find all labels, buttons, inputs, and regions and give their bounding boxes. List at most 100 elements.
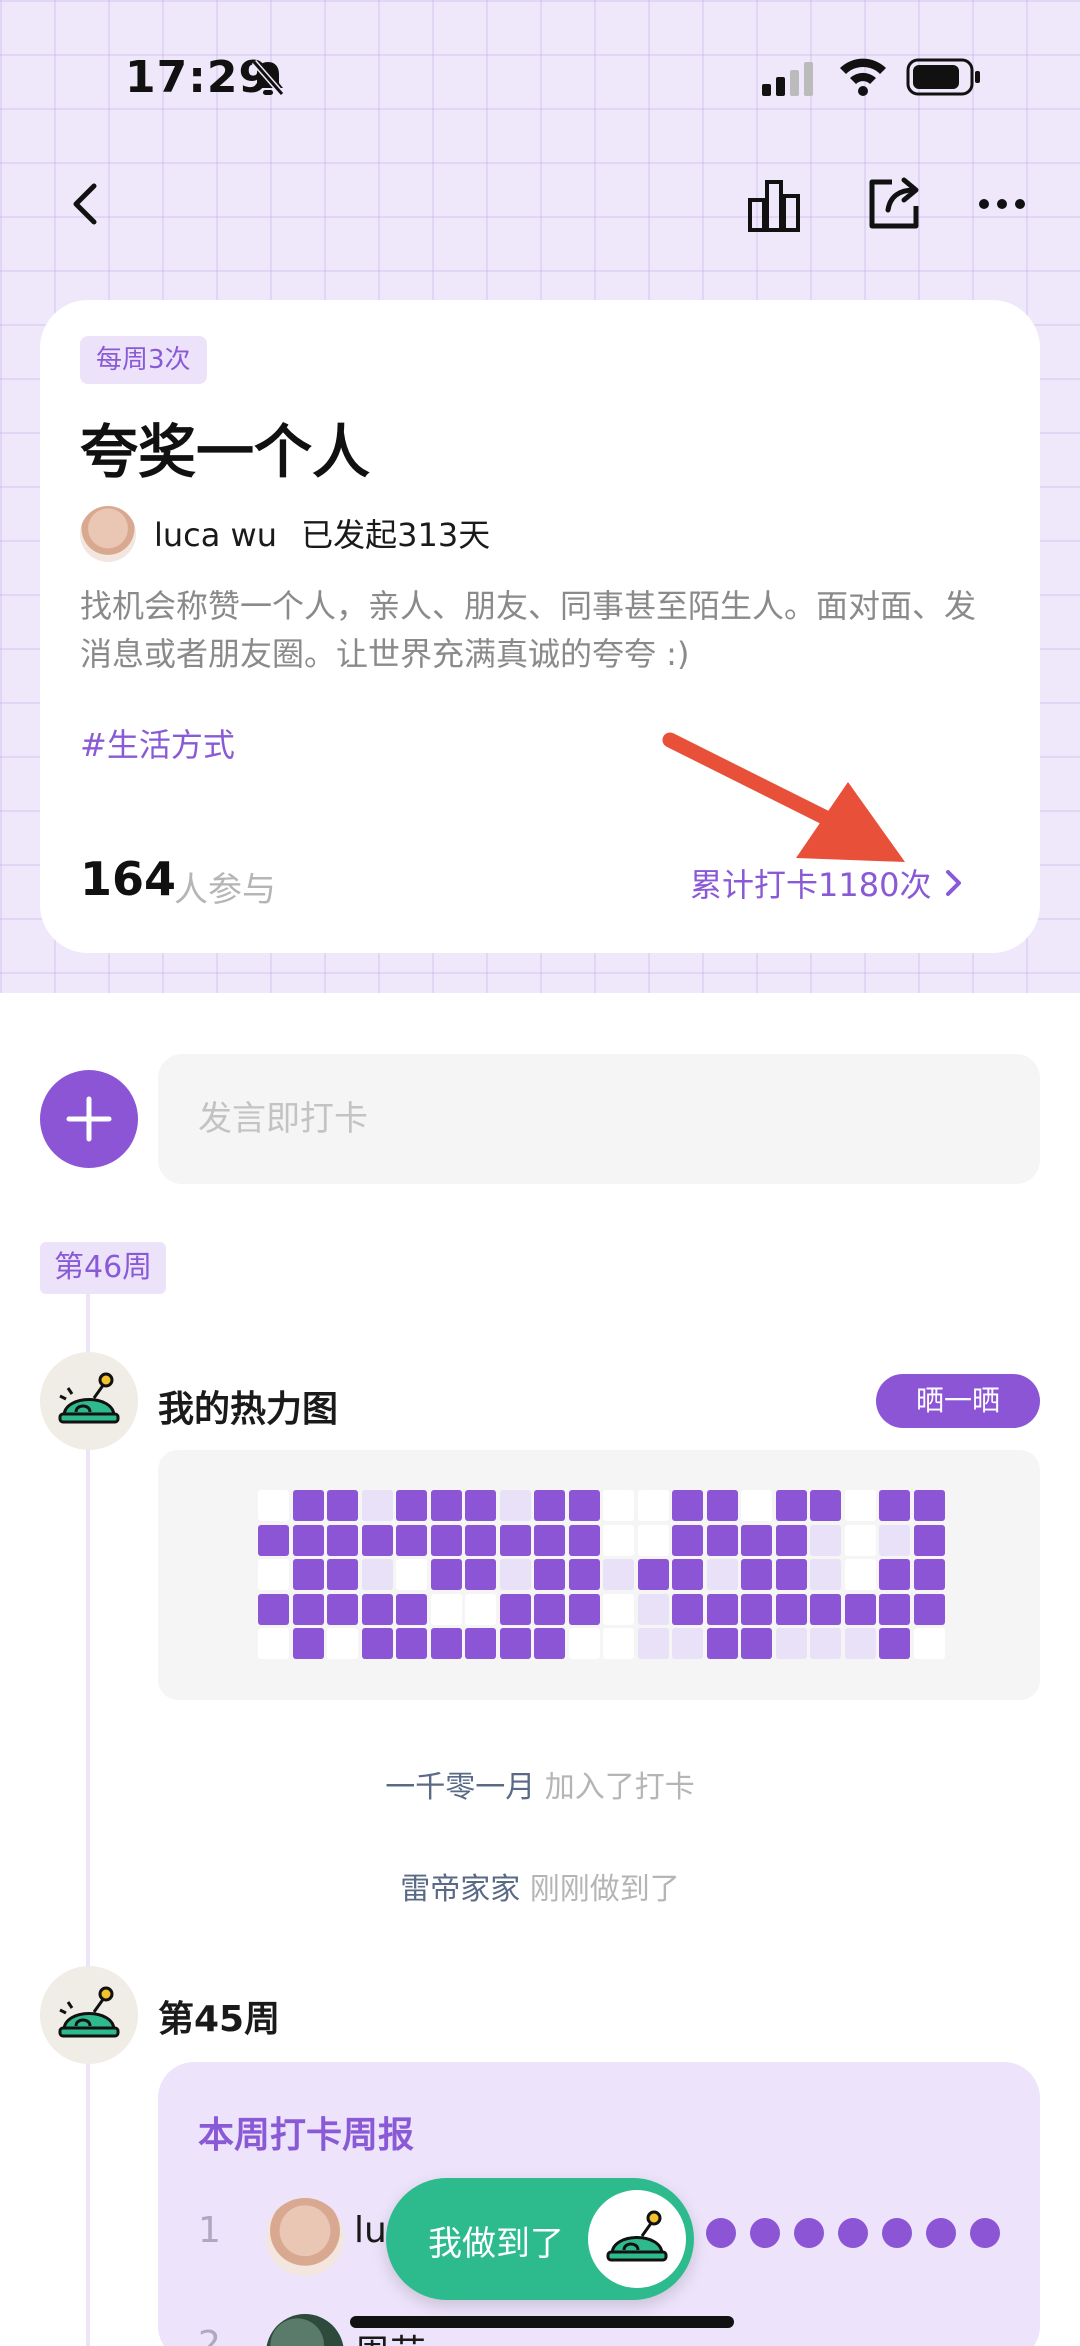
heatmap-cell <box>499 1593 531 1625</box>
heatmap-cell <box>603 1628 634 1659</box>
heatmap-cell <box>775 1524 807 1556</box>
heatmap-cell <box>913 1490 945 1521</box>
share-icon[interactable] <box>866 176 922 232</box>
feed-user-name[interactable]: 雷帝家家 <box>400 1872 520 1907</box>
heatmap-cell <box>361 1559 393 1590</box>
author-avatar[interactable] <box>80 506 136 562</box>
heatmap-title: 我的热力图 <box>158 1389 339 1430</box>
heatmap-cell <box>430 1559 462 1590</box>
heatmap-cell <box>292 1524 324 1556</box>
feed-item: 雷帝家家 刚刚做到了 <box>0 1864 1080 1908</box>
heatmap-cell <box>913 1559 945 1590</box>
heatmap-cell <box>775 1628 807 1659</box>
heatmap-cell <box>810 1524 841 1556</box>
heatmap-cell <box>706 1490 738 1521</box>
heatmap-cell <box>741 1490 772 1521</box>
heatmap-cell <box>430 1628 462 1659</box>
i-did-it-button[interactable]: 我做到了 <box>386 2178 694 2300</box>
heatmap-cell <box>603 1524 634 1556</box>
rank-number: 1 <box>198 2210 221 2251</box>
heatmap-cell <box>292 1593 324 1625</box>
heatmap-cell <box>603 1490 634 1521</box>
heatmap-cell <box>258 1593 289 1625</box>
heatmap-cell <box>465 1593 496 1625</box>
heatmap-cell <box>568 1593 600 1625</box>
heatmap-cell <box>879 1628 910 1659</box>
heatmap-cell <box>465 1490 496 1521</box>
heatmap-cell <box>361 1524 393 1556</box>
heatmap-cell <box>292 1490 324 1521</box>
heatmap-cell <box>327 1490 358 1521</box>
feed-item: 一千零一月 加入了打卡 <box>0 1762 1080 1806</box>
back-icon[interactable] <box>60 176 116 232</box>
rank-number: 2 <box>198 2324 221 2346</box>
heatmap-cell <box>741 1559 772 1590</box>
heatmap-cell <box>913 1524 945 1556</box>
heatmap-cell <box>844 1490 876 1521</box>
heatmap-cell <box>327 1593 358 1625</box>
status-time: 17:29 <box>125 52 271 103</box>
avatar[interactable] <box>266 2314 344 2346</box>
feed-action: 加入了打卡 <box>544 1770 695 1805</box>
heatmap-cell <box>327 1628 358 1659</box>
heatmap-cell <box>672 1524 703 1556</box>
heatmap-cell <box>292 1628 324 1659</box>
heatmap-cell <box>810 1628 841 1659</box>
heatmap-cell <box>637 1524 669 1556</box>
heatmap-cell <box>361 1490 393 1521</box>
avatar[interactable] <box>266 2198 344 2276</box>
heatmap-cell <box>637 1593 669 1625</box>
heatmap-cell <box>568 1559 600 1590</box>
wifi-icon <box>840 58 886 96</box>
heatmap-cell <box>361 1628 393 1659</box>
heatmap-cell <box>465 1559 496 1590</box>
signal-icon <box>762 62 813 96</box>
checkin-dot <box>926 2218 956 2248</box>
heatmap-cell <box>258 1490 289 1521</box>
heatmap-cell <box>534 1559 565 1590</box>
heatmap-cell <box>775 1559 807 1590</box>
report-title: 本周打卡周报 <box>198 2115 415 2156</box>
heatmap-cell <box>775 1593 807 1625</box>
checkin-dot <box>706 2218 736 2248</box>
heatmap-cell <box>534 1490 565 1521</box>
post-input[interactable] <box>158 1054 1040 1184</box>
heatmap-cell <box>637 1559 669 1590</box>
stats-icon[interactable] <box>746 178 802 234</box>
heatmap-cell <box>637 1628 669 1659</box>
checkin-dot <box>838 2218 868 2248</box>
heatmap-cell <box>396 1559 427 1590</box>
heatmap-cell <box>706 1559 738 1590</box>
heatmap-cell <box>258 1628 289 1659</box>
home-indicator <box>350 2316 734 2328</box>
total-checkins-link[interactable]: 累计打卡1180次 <box>690 860 965 906</box>
rank-user-name: lu <box>354 2210 387 2251</box>
heatmap-cell <box>430 1524 462 1556</box>
frequency-badge: 每周3次 <box>80 336 207 384</box>
add-post-button[interactable] <box>40 1070 138 1168</box>
participant-label: 人参与 <box>174 870 276 910</box>
category-tag[interactable]: #生活方式 <box>80 720 235 766</box>
mascot-avatar <box>40 1352 138 1450</box>
heatmap-cell <box>879 1490 910 1521</box>
more-icon[interactable] <box>976 186 1028 222</box>
heatmap-cell <box>879 1524 910 1556</box>
heatmap-grid <box>258 1490 945 1659</box>
heatmap-cell <box>396 1524 427 1556</box>
total-checkins-label: 累计打卡1180次 <box>690 866 932 904</box>
heatmap-cell <box>672 1490 703 1521</box>
heatmap-cell <box>810 1593 841 1625</box>
author-name[interactable]: luca wu <box>154 516 277 554</box>
heatmap-cell <box>465 1628 496 1659</box>
heatmap-cell <box>499 1559 531 1590</box>
heatmap-cell <box>672 1593 703 1625</box>
feed-user-name[interactable]: 一千零一月 <box>385 1770 535 1805</box>
heatmap-cell <box>706 1593 738 1625</box>
heatmap-cell <box>396 1628 427 1659</box>
helmet-mascot-icon <box>58 1986 120 2038</box>
show-off-button[interactable]: 晒一晒 <box>876 1374 1040 1428</box>
heatmap-cell <box>810 1559 841 1590</box>
heatmap-cell <box>637 1490 669 1521</box>
participant-count: 164 <box>80 852 177 906</box>
heatmap-cell <box>534 1628 565 1659</box>
